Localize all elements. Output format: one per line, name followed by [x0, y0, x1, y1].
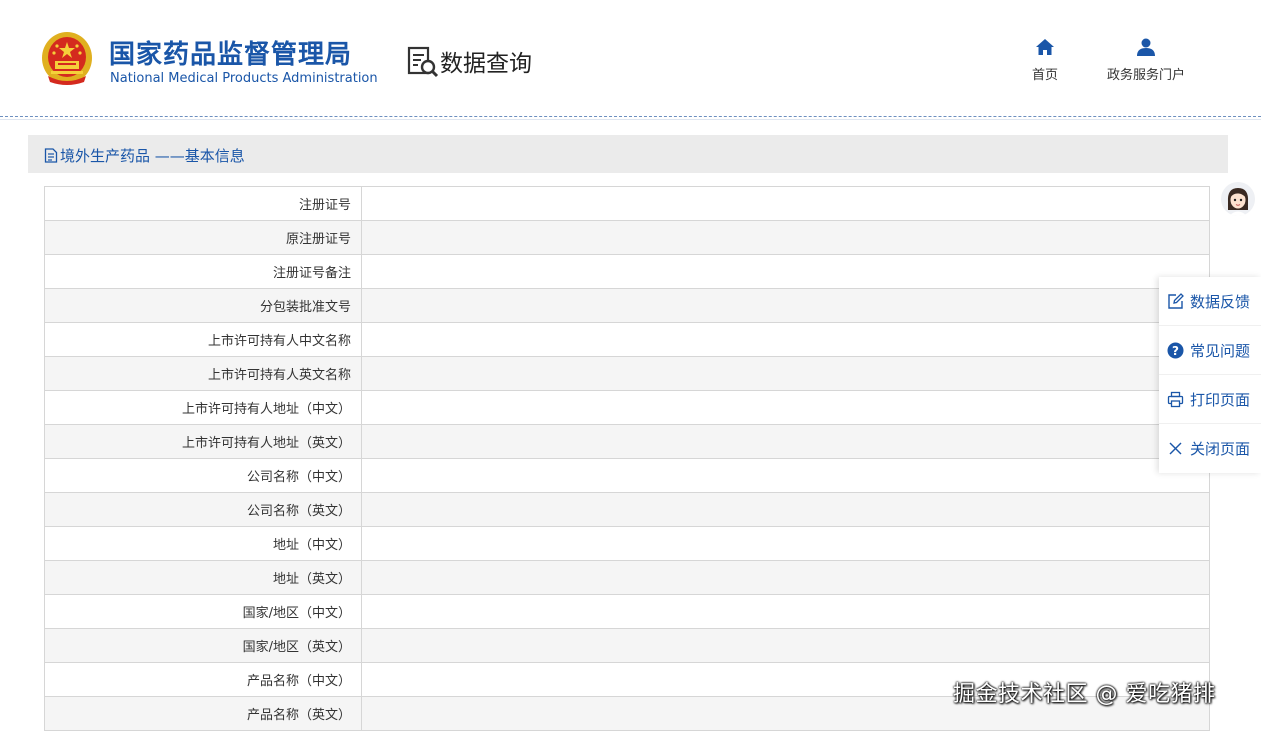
panel-title: 境外生产药品 ——基本信息 — [44, 145, 245, 166]
field-label: 上市许可持有人英文名称 — [44, 356, 362, 391]
header-divider — [0, 116, 1261, 117]
feedback-label: 数据反馈 — [1190, 292, 1251, 311]
customer-service-avatar[interactable] — [1221, 182, 1255, 216]
field-value — [361, 322, 1210, 357]
floating-toolbar: 数据反馈 ? 常见问题 打印页面 关闭页面 — [1159, 277, 1261, 473]
document-icon — [44, 148, 58, 163]
brand-name-en: National Medical Products Administration — [110, 71, 378, 86]
edit-icon — [1168, 292, 1184, 309]
watermark-text: 掘金技术社区 @ 爱吃猪排 — [953, 682, 1216, 707]
field-value — [361, 356, 1210, 391]
field-label: 上市许可持有人地址（中文） — [44, 390, 362, 425]
svg-text:?: ? — [1172, 343, 1179, 357]
print-icon — [1167, 391, 1184, 407]
faq-button[interactable]: ? 常见问题 — [1159, 326, 1261, 375]
field-value — [361, 492, 1210, 527]
table-row: 地址（中文） — [44, 526, 1210, 561]
table-row: 地址（英文） — [44, 560, 1210, 595]
field-value — [361, 220, 1210, 255]
field-label: 注册证号 — [44, 186, 362, 221]
brand-name-cn: 国家药品监督管理局 — [109, 40, 353, 70]
field-value — [361, 594, 1210, 629]
table-row: 上市许可持有人英文名称 — [44, 356, 1210, 391]
assistant-avatar-icon — [1221, 182, 1255, 216]
field-value — [361, 526, 1210, 561]
panel-header: 境外生产药品 ——基本信息 — [28, 135, 1228, 173]
site-header: 国家药品监督管理局 National Medical Products Admi… — [0, 0, 1261, 116]
table-row: 公司名称（中文） — [44, 458, 1210, 493]
table-row: 国家/地区（中文） — [44, 594, 1210, 629]
field-label: 地址（中文） — [44, 526, 362, 561]
table-row: 分包装批准文号 — [44, 288, 1210, 323]
nav-home-label: 首页 — [1031, 68, 1058, 83]
close-page-button[interactable]: 关闭页面 — [1159, 424, 1261, 472]
field-value — [361, 254, 1210, 289]
field-label: 产品名称（英文） — [44, 696, 362, 731]
table-row: 原注册证号 — [44, 220, 1210, 255]
table-row: 国家/地区（英文） — [44, 628, 1210, 663]
national-emblem-icon — [42, 32, 92, 85]
field-value — [361, 458, 1210, 493]
field-label: 分包装批准文号 — [44, 288, 362, 323]
field-label: 上市许可持有人地址（英文） — [44, 424, 362, 459]
nav-portal-label: 政务服务门户 — [1106, 68, 1185, 83]
basic-info-table: 注册证号 原注册证号 注册证号备注 分包装批准文号 上市许可持有人中文名称 上市许可持有人… — [44, 186, 1210, 731]
section-title: 数据查询 — [440, 51, 532, 77]
data-query-icon — [407, 46, 439, 78]
table-row: 注册证号 — [44, 186, 1210, 221]
field-label: 公司名称（中文） — [44, 458, 362, 493]
close-icon — [1169, 442, 1182, 454]
table-row: 上市许可持有人地址（英文） — [44, 424, 1210, 459]
nav-home-link[interactable]: 首页 — [1025, 38, 1065, 83]
panel-title-text: 境外生产药品 ——基本信息 — [60, 147, 245, 165]
field-label: 原注册证号 — [44, 220, 362, 255]
field-value — [361, 390, 1210, 425]
print-button[interactable]: 打印页面 — [1159, 375, 1261, 424]
field-label: 国家/地区（中文） — [44, 594, 362, 629]
field-label: 注册证号备注 — [44, 254, 362, 289]
nav-portal-link[interactable]: 政务服务门户 — [1096, 38, 1196, 83]
table-row: 公司名称（英文） — [44, 492, 1210, 527]
close-page-label: 关闭页面 — [1190, 439, 1251, 458]
field-label: 上市许可持有人中文名称 — [44, 322, 362, 357]
field-value — [361, 288, 1210, 323]
header-divider-shadow — [0, 119, 1261, 120]
field-label: 公司名称（英文） — [44, 492, 362, 527]
field-value — [361, 424, 1210, 459]
field-label: 国家/地区（英文） — [44, 628, 362, 663]
question-icon: ? — [1167, 342, 1184, 358]
table-row: 上市许可持有人中文名称 — [44, 322, 1210, 357]
user-icon — [1137, 38, 1155, 56]
home-icon — [1036, 39, 1054, 55]
feedback-button[interactable]: 数据反馈 — [1159, 277, 1261, 326]
print-label: 打印页面 — [1190, 390, 1251, 409]
field-value — [361, 560, 1210, 595]
field-value — [361, 628, 1210, 663]
table-row: 注册证号备注 — [44, 254, 1210, 289]
faq-label: 常见问题 — [1190, 341, 1251, 360]
drug-info-panel: 境外生产药品 ——基本信息 注册证号 原注册证号 注册证号备注 分包装批准文号 上市许可… — [28, 135, 1228, 731]
table-row: 上市许可持有人地址（中文） — [44, 390, 1210, 425]
field-value — [361, 186, 1210, 221]
field-label: 产品名称（中文） — [44, 662, 362, 697]
field-label: 地址（英文） — [44, 560, 362, 595]
